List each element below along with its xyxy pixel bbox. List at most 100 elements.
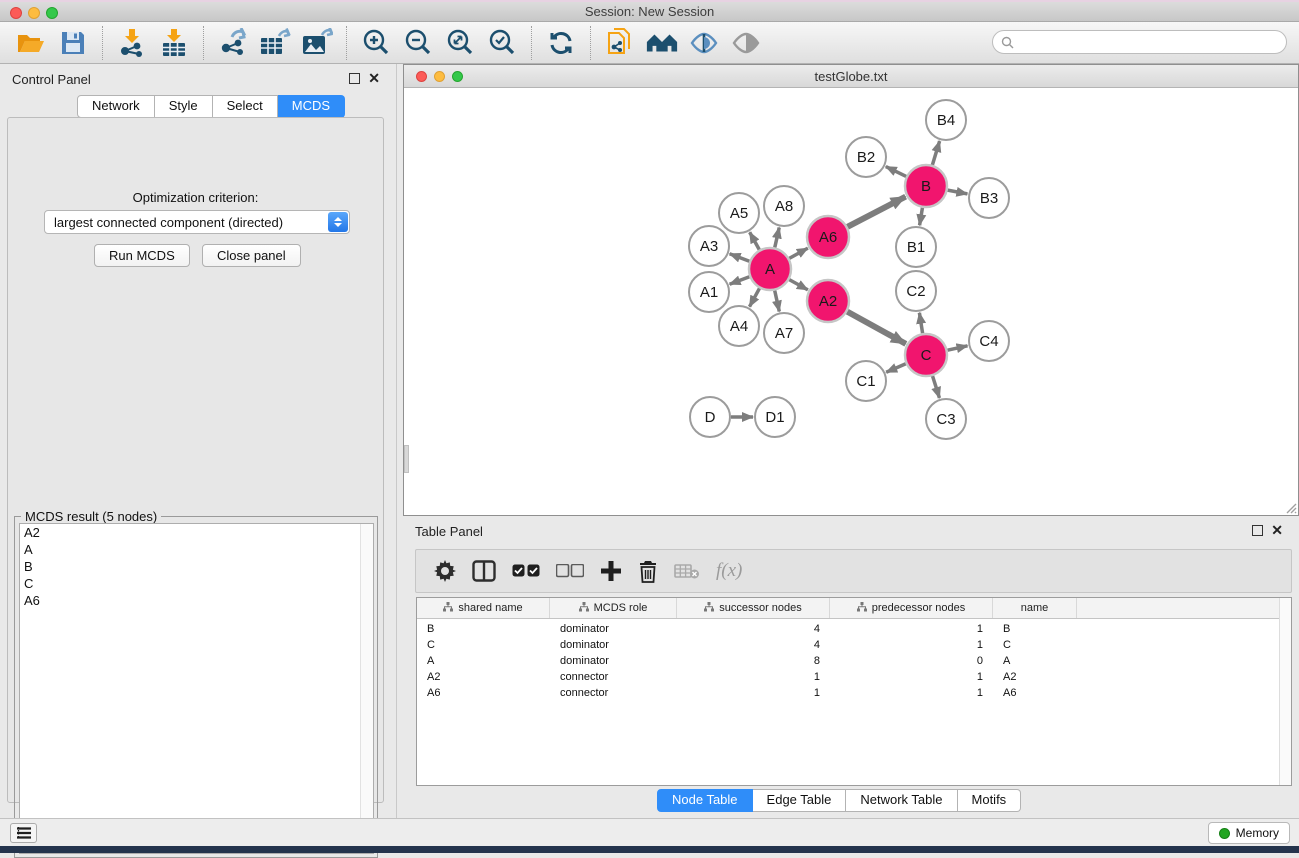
network-vertical-scroll-nub[interactable] (404, 445, 409, 473)
panel-divider[interactable] (396, 64, 397, 818)
graph-edge-A-A2[interactable] (789, 280, 808, 290)
float-table-panel-icon[interactable] (1252, 525, 1263, 536)
function-builder-icon[interactable]: f(x) (716, 560, 742, 582)
table-cell: dominator (550, 623, 677, 635)
column-header-successor-nodes[interactable]: successor nodes (677, 598, 830, 618)
clone-network-icon[interactable] (603, 26, 637, 60)
select-all-rows-icon[interactable] (512, 564, 540, 578)
mcds-result-item[interactable]: C (20, 575, 373, 592)
export-network-icon[interactable] (216, 26, 250, 60)
graph-edge-A-A3[interactable] (730, 254, 750, 261)
close-panel-icon[interactable]: ✕ (368, 69, 380, 87)
deselect-all-rows-icon[interactable] (556, 564, 584, 578)
tab-network[interactable]: Network (77, 95, 155, 118)
graph-node-label: B (921, 178, 931, 195)
save-session-icon[interactable] (56, 26, 90, 60)
column-header-MCDS-role[interactable]: MCDS role (550, 598, 677, 618)
show-neighbors-icon[interactable] (645, 26, 679, 60)
add-column-icon[interactable] (600, 560, 622, 582)
table-cell: C (993, 639, 1077, 651)
mcds-result-item[interactable]: A (20, 541, 373, 558)
tab-edge-table[interactable]: Edge Table (753, 789, 847, 812)
float-panel-icon[interactable] (349, 73, 360, 84)
table-row[interactable]: A6connector11A6 (417, 685, 1291, 701)
toggle-birds-eye-view-icon[interactable] (729, 26, 763, 60)
graph-edge-C-C2[interactable] (919, 313, 922, 334)
table-row[interactable]: Cdominator41C (417, 637, 1291, 653)
network-graph: B4B2BB3A8A5A6A3B1AC2A1A2A4A7C4CC1C3DD1 (404, 88, 1298, 515)
mcds-result-list: A2ABCA6 (19, 523, 374, 854)
table-scrollbar[interactable] (1279, 598, 1291, 785)
task-history-button[interactable] (10, 823, 37, 843)
tab-node-table[interactable]: Node Table (657, 789, 753, 812)
column-header-name[interactable]: name (993, 598, 1077, 618)
graph-edge-A6-B[interactable] (848, 197, 906, 227)
export-table-icon[interactable] (258, 26, 292, 60)
graph-node-label: B1 (907, 239, 925, 256)
import-network-icon[interactable] (115, 26, 149, 60)
window-resize-grip[interactable] (1283, 500, 1297, 514)
tab-select[interactable]: Select (213, 95, 278, 118)
graph-edge-A-A5[interactable] (750, 232, 760, 250)
zoom-in-icon[interactable] (359, 26, 393, 60)
table-row[interactable]: Adominator80A (417, 653, 1291, 669)
import-table-icon[interactable] (157, 26, 191, 60)
run-mcds-button[interactable]: Run MCDS (94, 244, 190, 267)
export-image-icon[interactable] (300, 26, 334, 60)
graph-edge-A-A7[interactable] (775, 290, 780, 311)
mcds-result-item[interactable]: A6 (20, 592, 373, 609)
graph-edge-C-C3[interactable] (933, 376, 940, 398)
graph-edge-B-B2[interactable] (886, 167, 906, 177)
search-input[interactable] (1019, 34, 1278, 50)
tab-network-table[interactable]: Network Table (846, 789, 957, 812)
app-titlebar: Session: New Session (0, 0, 1299, 22)
toolbar-separator (346, 26, 347, 60)
graph-edge-C-C4[interactable] (947, 346, 967, 350)
table-cell: C (417, 639, 550, 651)
table-cell: 0 (830, 655, 993, 667)
tab-style[interactable]: Style (155, 95, 213, 118)
table-row[interactable]: A2connector11A2 (417, 669, 1291, 685)
graph-edge-B-B4[interactable] (932, 141, 939, 165)
graph-edge-A-A4[interactable] (750, 288, 760, 306)
refresh-layout-icon[interactable] (544, 26, 578, 60)
toolbar-separator (203, 26, 204, 60)
graph-node-label: A4 (730, 318, 748, 335)
control-panel-tabs: NetworkStyleSelectMCDS (77, 95, 345, 118)
control-panel: Control Panel ✕ NetworkStyleSelectMCDS O… (0, 64, 392, 818)
tab-mcds[interactable]: MCDS (278, 95, 345, 118)
graph-edge-B-B3[interactable] (948, 190, 968, 194)
graph-edge-C-C1[interactable] (886, 364, 906, 373)
graph-edge-A-A1[interactable] (730, 277, 750, 284)
table-row[interactable]: Bdominator41B (417, 621, 1291, 637)
list-menu-icon (17, 827, 31, 839)
network-canvas[interactable]: B4B2BB3A8A5A6A3B1AC2A1A2A4A7C4CC1C3DD1 (404, 88, 1298, 515)
graph-node-label: C4 (979, 333, 998, 350)
close-panel-button[interactable]: Close panel (202, 244, 301, 267)
mcds-result-item[interactable]: A2 (20, 524, 373, 541)
graph-edge-A-A6[interactable] (789, 248, 808, 258)
memory-button[interactable]: Memory (1208, 822, 1290, 844)
mcds-result-item[interactable]: B (20, 558, 373, 575)
delete-column-icon[interactable] (638, 560, 658, 583)
delete-table-icon[interactable] (674, 563, 700, 579)
graph-edge-A-A8[interactable] (775, 227, 779, 247)
zoom-fit-icon[interactable] (443, 26, 477, 60)
toggle-graphics-details-icon[interactable] (687, 26, 721, 60)
graph-node-label: A7 (775, 325, 793, 342)
tab-motifs[interactable]: Motifs (958, 789, 1022, 812)
close-table-panel-icon[interactable]: ✕ (1271, 521, 1283, 539)
table-cell: dominator (550, 639, 677, 651)
table-settings-icon[interactable] (434, 560, 456, 582)
mcds-result-scrollbar[interactable] (360, 524, 373, 853)
graph-edge-A2-C[interactable] (847, 312, 906, 344)
optimization-criterion-select[interactable]: largest connected component (directed) (44, 210, 350, 234)
zoom-selected-icon[interactable] (485, 26, 519, 60)
graph-edge-B-B1[interactable] (920, 208, 923, 226)
split-panel-icon[interactable] (472, 560, 496, 582)
column-header-shared-name[interactable]: shared name (417, 598, 550, 618)
column-header-predecessor-nodes[interactable]: predecessor nodes (830, 598, 993, 618)
open-session-icon[interactable] (14, 26, 48, 60)
zoom-out-icon[interactable] (401, 26, 435, 60)
control-panel-title: Control Panel (12, 72, 91, 87)
